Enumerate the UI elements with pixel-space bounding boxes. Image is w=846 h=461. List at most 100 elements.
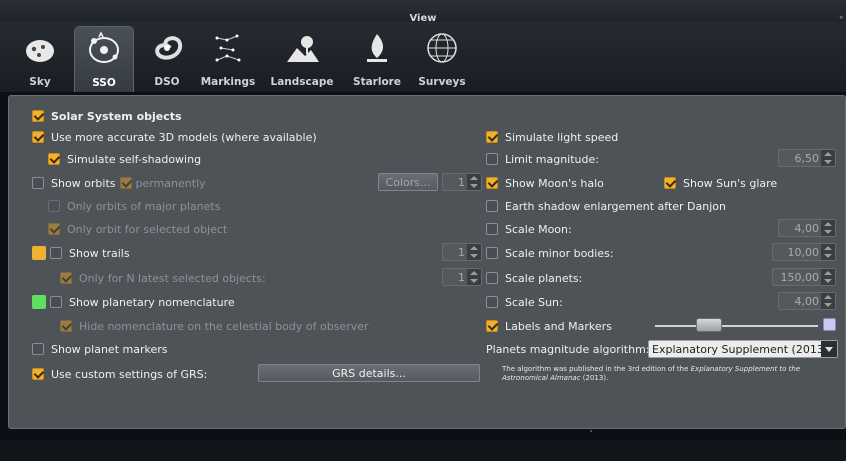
tab-surveys[interactable]: Surveys [414, 26, 470, 92]
note-text: The algorithm was published in the 3rd e… [502, 365, 691, 373]
checkbox-box[interactable] [486, 153, 498, 165]
checkbox-box[interactable] [32, 131, 44, 143]
labels-brightness-slider-handle[interactable] [696, 318, 723, 332]
tab-label: Starlore [353, 76, 401, 88]
spin-arrows-icon[interactable] [821, 220, 835, 236]
spin-arrows-icon[interactable] [821, 269, 835, 285]
labels-brightness-slider-track[interactable] [655, 325, 818, 327]
earth-shadow-checkbox[interactable]: Earth shadow enlargement after Danjon [486, 197, 726, 215]
checkbox-label: Scale Moon: [505, 222, 572, 236]
checkbox-box[interactable] [486, 200, 498, 212]
checkbox-box[interactable] [486, 177, 498, 189]
spin-arrows-icon[interactable] [467, 269, 481, 285]
labels-color-swatch[interactable] [823, 318, 836, 331]
solar-system-objects-checkbox[interactable]: Solar System objects [32, 107, 182, 125]
limit-magnitude-checkbox[interactable]: Limit magnitude: [486, 150, 599, 168]
algorithm-description: The algorithm was published in the 3rd e… [502, 365, 834, 383]
planetary-nomenclature-row: Show planetary nomenclature [32, 293, 235, 311]
major-planets-orbits-checkbox[interactable]: Only orbits of major planets [48, 197, 220, 215]
tab-sky[interactable]: Sky [14, 26, 66, 92]
checkbox-box[interactable] [48, 153, 60, 165]
spinbox-value: 1 [458, 245, 465, 259]
spin-arrows-icon[interactable] [467, 174, 481, 190]
spin-arrows-icon[interactable] [821, 244, 835, 260]
spinbox-value: 10,00 [787, 245, 820, 259]
moon-halo-checkbox[interactable]: Show Moon's halo [486, 174, 604, 192]
category-toolbar: Sky SSO DSO Markings Landscape Starlore … [0, 22, 846, 92]
scale-moon-spinbox[interactable]: 4,00 [778, 219, 836, 237]
tab-landscape[interactable]: Landscape [262, 26, 342, 92]
scale-planets-spinbox[interactable]: 150,00 [772, 268, 836, 286]
planet-markers-checkbox[interactable]: Show planet markers [32, 340, 167, 358]
checkbox-box[interactable] [48, 223, 60, 235]
checkbox-box[interactable] [486, 247, 498, 259]
show-trails-checkbox[interactable] [50, 247, 62, 259]
orbit-count-spinbox[interactable]: 1 [442, 173, 482, 191]
markings-icon [215, 34, 241, 62]
checkbox-box[interactable] [32, 110, 44, 122]
spin-arrows-icon[interactable] [821, 150, 835, 166]
magnitude-algorithm-select[interactable]: Explanatory Supplement (2013) [648, 340, 838, 358]
tab-label: Surveys [418, 76, 466, 88]
self-shadowing-checkbox[interactable]: Simulate self-shadowing [48, 150, 201, 168]
tab-starlore[interactable]: Starlore [350, 26, 404, 92]
scale-minor-bodies-checkbox[interactable]: Scale minor bodies: [486, 244, 614, 262]
checkbox-box[interactable] [32, 177, 44, 189]
checkbox-label: Scale minor bodies: [505, 246, 614, 260]
checkbox-label: Labels and Markers [505, 319, 612, 333]
orbit-colors-button[interactable]: Colors... [378, 173, 438, 191]
hide-nomenclature-checkbox[interactable]: Hide nomenclature on the celestial body … [60, 317, 369, 335]
limit-magnitude-spinbox[interactable]: 6,50 [778, 149, 836, 167]
light-speed-checkbox[interactable]: Simulate light speed [486, 128, 618, 146]
tab-sso[interactable]: SSO [74, 26, 134, 92]
checkbox-box[interactable] [48, 200, 60, 212]
checkbox-box[interactable] [486, 272, 498, 284]
scale-minor-spinbox[interactable]: 10,00 [772, 243, 836, 261]
latest-selected-checkbox[interactable]: Only for N latest selected objects: [60, 269, 266, 287]
selected-object-orbit-checkbox[interactable]: Only orbit for selected object [48, 220, 227, 238]
scale-moon-checkbox[interactable]: Scale Moon: [486, 220, 572, 238]
chevron-down-icon[interactable] [821, 341, 837, 357]
planetary-nomenclature-checkbox[interactable] [50, 296, 62, 308]
nomenclature-color-swatch[interactable] [32, 295, 46, 309]
tab-dso[interactable]: DSO [142, 26, 192, 92]
checkbox-box[interactable] [32, 368, 44, 380]
scale-sun-spinbox[interactable]: 4,00 [778, 292, 836, 310]
grs-settings-checkbox[interactable]: Use custom settings of GRS: [32, 365, 207, 383]
sun-glare-checkbox[interactable]: Show Sun's glare [664, 174, 777, 192]
checkbox-box[interactable] [486, 223, 498, 235]
latest-count-spinbox[interactable]: 1 [442, 268, 482, 286]
spin-arrows-icon[interactable] [821, 293, 835, 309]
checkbox-box[interactable] [60, 320, 72, 332]
trails-color-swatch[interactable] [32, 246, 46, 260]
checkbox-box[interactable] [60, 272, 72, 284]
checkbox-label: Show planetary nomenclature [69, 295, 235, 309]
tab-label: DSO [154, 76, 180, 88]
grs-details-button[interactable]: GRS details... [258, 364, 480, 382]
checkbox-label: Show trails [69, 246, 130, 260]
spin-arrows-icon[interactable] [467, 244, 481, 260]
checkbox-label: Earth shadow enlargement after Danjon [505, 199, 726, 213]
permanently-checkbox[interactable] [119, 177, 132, 189]
surveys-icon [427, 33, 457, 63]
dso-icon [155, 36, 183, 60]
checkbox-label: Hide nomenclature on the celestial body … [79, 319, 369, 333]
tab-label: SSO [92, 77, 116, 89]
note-text-end: (2013). [580, 374, 609, 382]
checkbox-box[interactable] [486, 296, 498, 308]
checkbox-box[interactable] [486, 320, 498, 332]
accurate-3d-models-checkbox[interactable]: Use more accurate 3D models (where avail… [32, 128, 317, 146]
spinbox-value: 4,00 [794, 294, 820, 308]
scale-planets-checkbox[interactable]: Scale planets: [486, 269, 582, 287]
scale-sun-checkbox[interactable]: Scale Sun: [486, 293, 563, 311]
checkbox-label: Show planet markers [51, 342, 168, 356]
checkbox-box[interactable] [486, 131, 498, 143]
labels-markers-checkbox[interactable]: Labels and Markers [486, 317, 612, 335]
checkbox-box[interactable] [32, 343, 44, 355]
checkbox-box[interactable] [664, 177, 676, 189]
trails-count-spinbox[interactable]: 1 [442, 243, 482, 261]
sso-icon [89, 31, 119, 63]
show-orbits-checkbox[interactable]: Show orbits permanently [32, 174, 206, 192]
checkbox-label: Show Moon's halo [505, 176, 604, 190]
tab-markings[interactable]: Markings [196, 26, 260, 92]
